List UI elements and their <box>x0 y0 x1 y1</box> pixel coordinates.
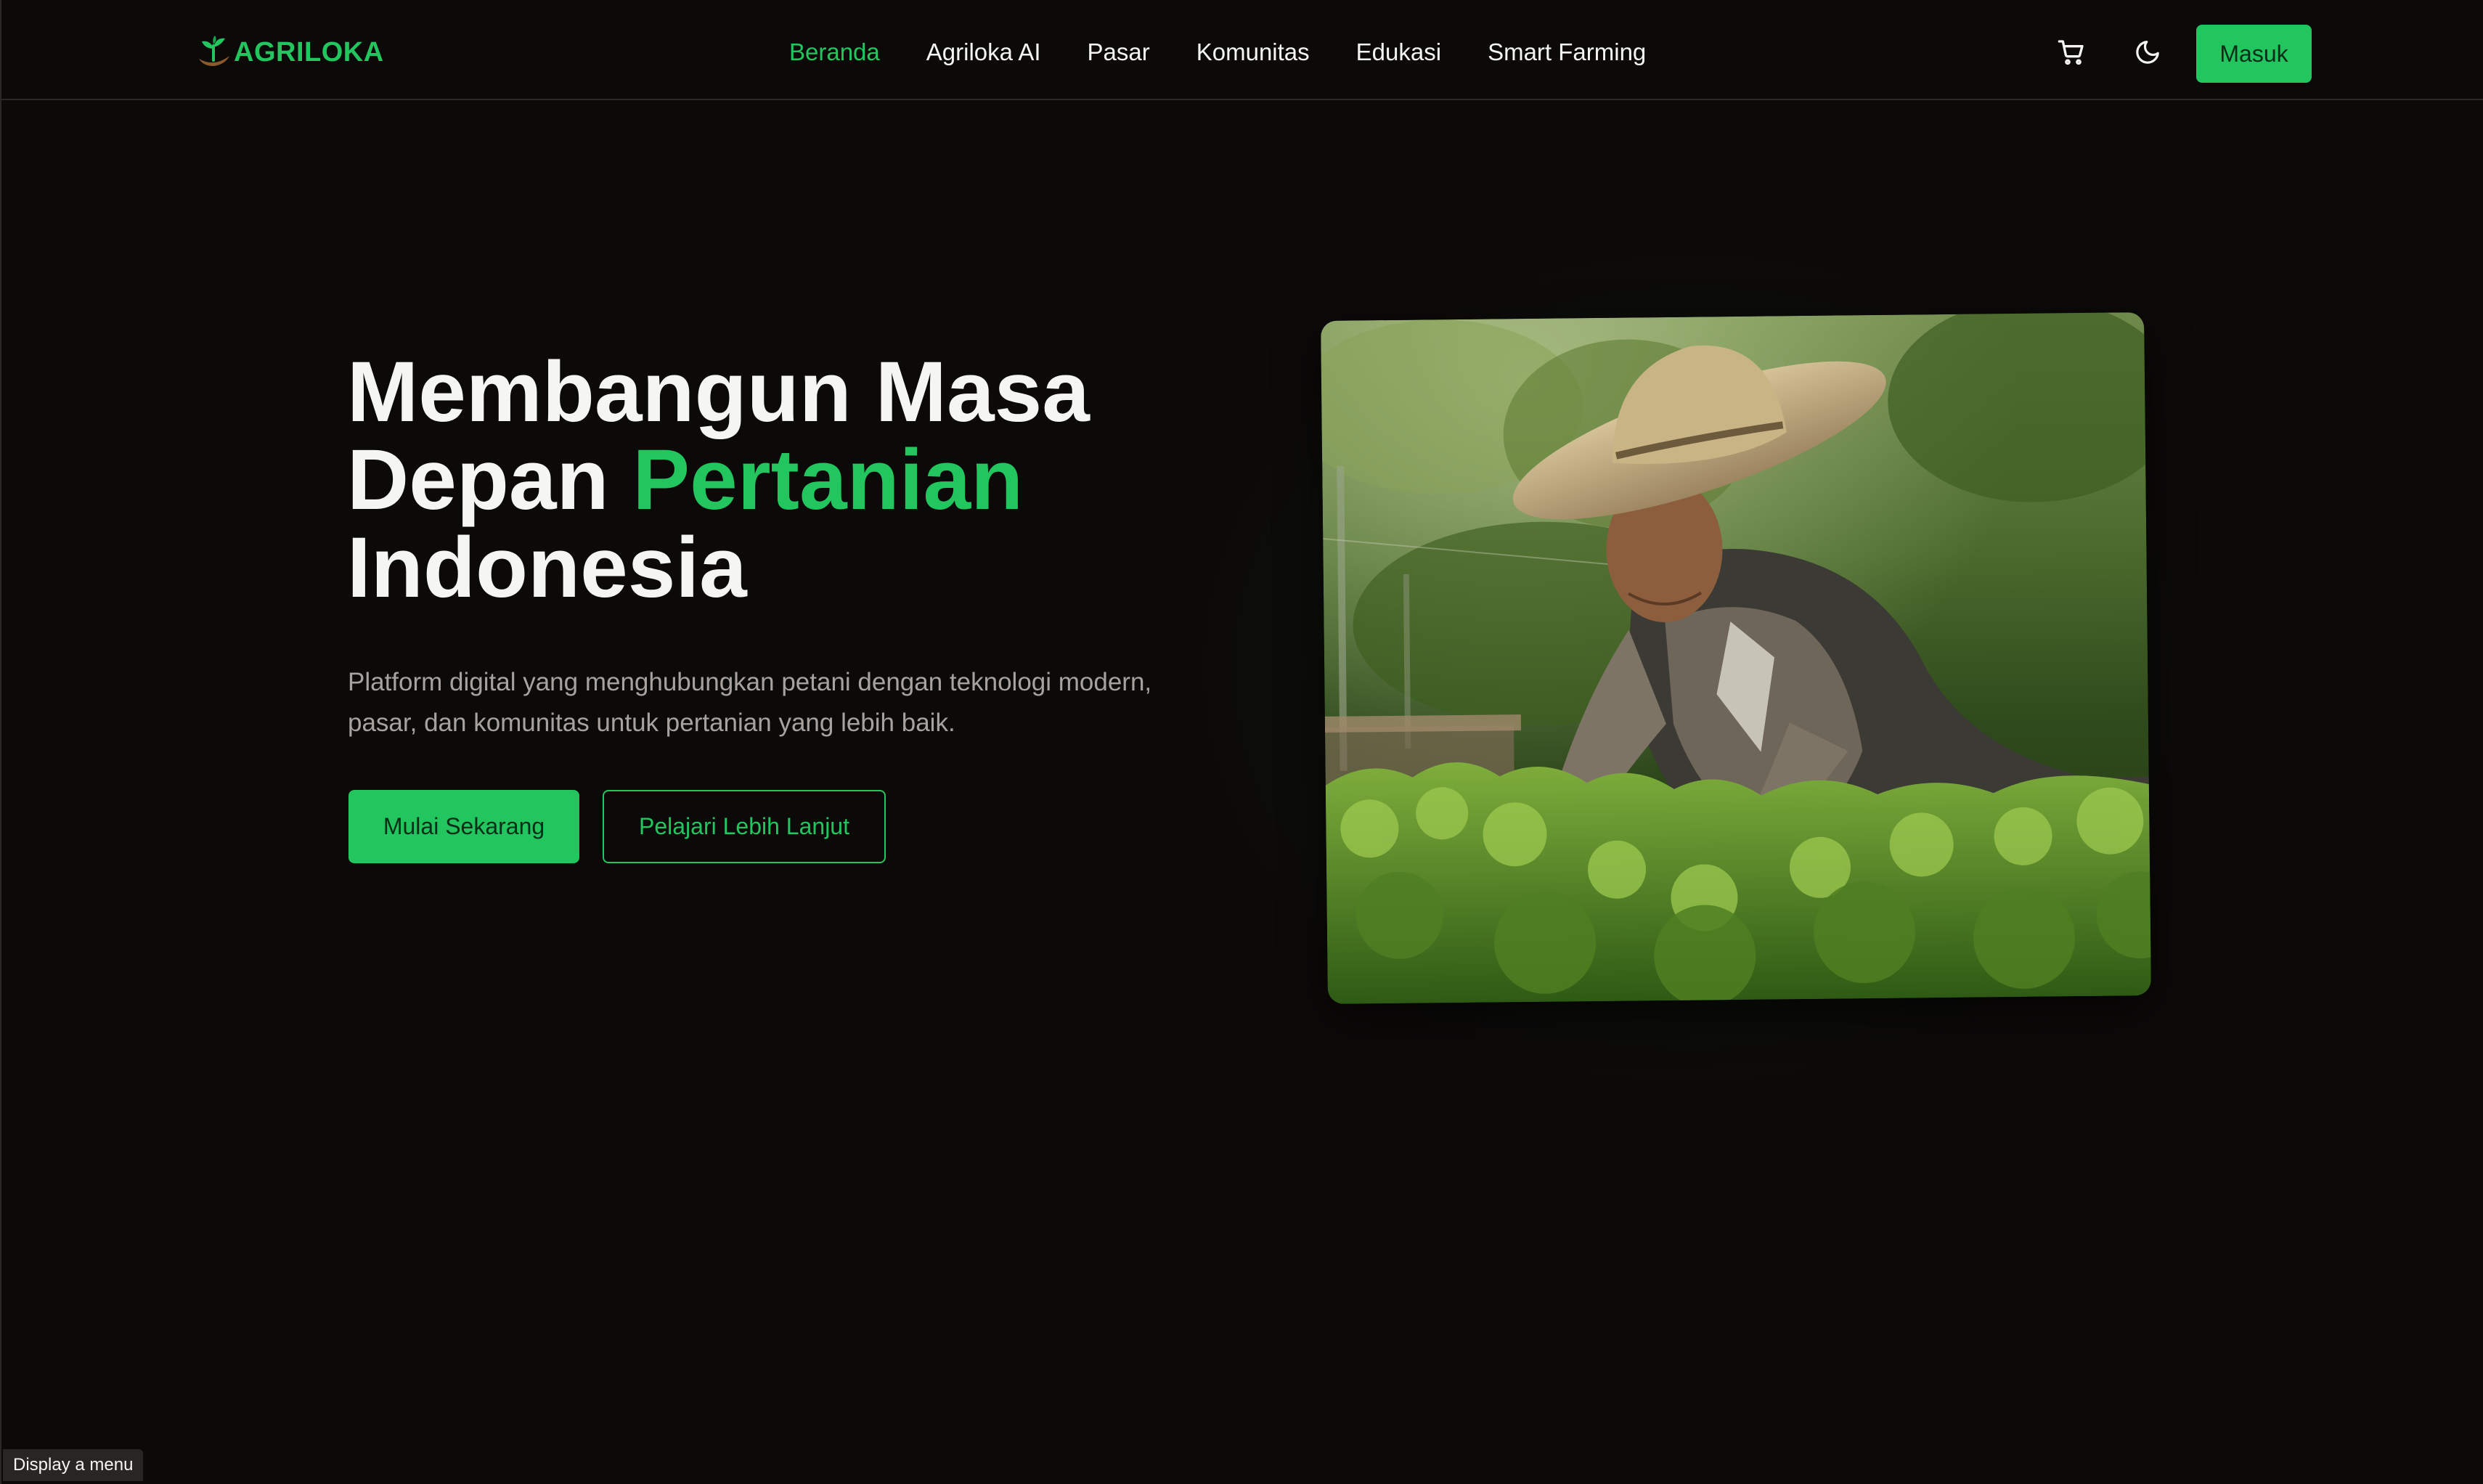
navbar: AGRILOKA Beranda Agriloka AI Pasar Komun… <box>1 0 2483 100</box>
nav-item-pasar[interactable]: Pasar <box>1088 36 1150 68</box>
brand-logo[interactable]: AGRILOKA <box>196 32 384 73</box>
nav-item-beranda[interactable]: Beranda <box>789 36 880 68</box>
nav-item-edukasi[interactable]: Edukasi <box>1356 36 1441 68</box>
shopping-cart-icon <box>2058 40 2084 65</box>
start-now-button[interactable]: Mulai Sekarang <box>348 790 579 863</box>
hero-title-line3: Indonesia <box>347 520 747 616</box>
nav-item-smart-farming[interactable]: Smart Farming <box>1488 36 1646 68</box>
nav-item-agriloka-ai[interactable]: Agriloka AI <box>926 36 1041 68</box>
page: AGRILOKA Beranda Agriloka AI Pasar Komun… <box>0 0 2483 1484</box>
hero-title-line1: Membangun Masa <box>347 344 1090 440</box>
hero-title-line2-prefix: Depan <box>347 432 633 528</box>
login-button[interactable]: Masuk <box>2196 25 2312 83</box>
main-nav: Beranda Agriloka AI Pasar Komunitas Eduk… <box>789 36 1692 68</box>
hero-subtitle: Platform digital yang menghubungkan peta… <box>348 668 1152 737</box>
hero-image <box>1321 312 2151 1004</box>
brand-name: AGRILOKA <box>234 36 384 68</box>
learn-more-button[interactable]: Pelajari Lebih Lanjut <box>603 790 886 863</box>
sprout-icon <box>199 36 229 66</box>
theme-toggle-button[interactable] <box>2127 32 2168 73</box>
cart-button[interactable] <box>2051 32 2092 73</box>
status-tooltip: Display a menu <box>3 1449 144 1481</box>
hero-title-accent: Pertanian <box>632 432 1024 528</box>
moon-icon <box>2136 41 2159 64</box>
nav-item-komunitas[interactable]: Komunitas <box>1196 36 1310 68</box>
hero-title: Membangun Masa Depan Pertanian Indonesia <box>347 348 1218 612</box>
